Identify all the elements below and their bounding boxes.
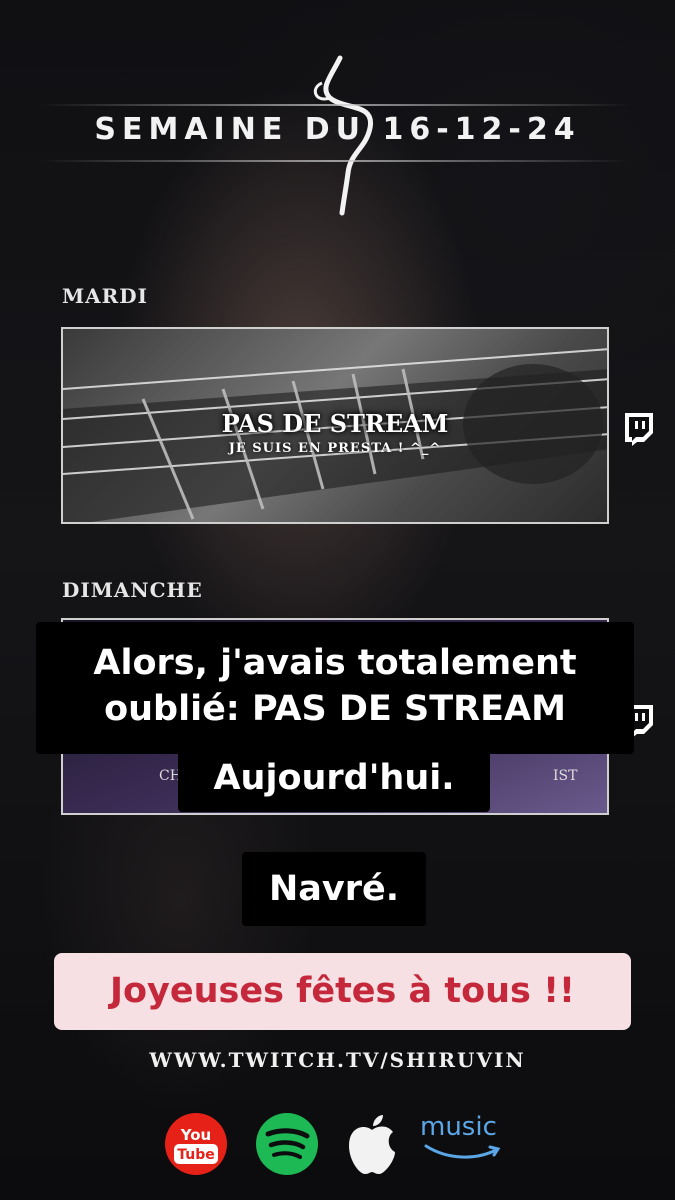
caption-sorry: Navré. xyxy=(242,852,426,926)
youtube-icon[interactable]: You Tube xyxy=(162,1112,230,1176)
apple-icon[interactable] xyxy=(343,1112,401,1176)
caption-forgot-stream: Alors, j'avais totalement oublié: PAS DE… xyxy=(36,622,634,754)
amazon-smile-icon xyxy=(424,1144,501,1159)
twitch-url[interactable]: WWW.TWITCH.TV/SHIRUVIN xyxy=(0,1048,675,1072)
title-rule-top xyxy=(40,104,630,106)
schedule-card-mardi[interactable]: PAS DE STREAM JE SUIS EN PRESTA ! ^_^ xyxy=(61,327,609,524)
title-rule-bottom xyxy=(40,160,630,162)
twitch-icon[interactable] xyxy=(622,411,656,447)
spotify-icon[interactable] xyxy=(253,1112,321,1176)
caption-today: Aujourd'hui. xyxy=(178,750,490,812)
card-title: PAS DE STREAM xyxy=(221,409,449,438)
svg-text:Tube: Tube xyxy=(177,1147,215,1163)
amazon-music-label: music xyxy=(420,1112,497,1142)
card-partial-text-right: IST xyxy=(553,768,578,784)
caption-happy-holidays: Joyeuses fêtes à tous !! xyxy=(54,953,631,1030)
day-label-mardi: MARDI xyxy=(62,284,148,308)
amazon-music-icon[interactable]: music xyxy=(420,1112,506,1176)
day-label-dimanche: DIMANCHE xyxy=(62,578,203,602)
card-subtitle: JE SUIS EN PRESTA ! ^_^ xyxy=(228,441,442,456)
week-title: SEMAINE DU 16-12-24 xyxy=(94,112,581,147)
svg-text:You: You xyxy=(180,1126,211,1144)
